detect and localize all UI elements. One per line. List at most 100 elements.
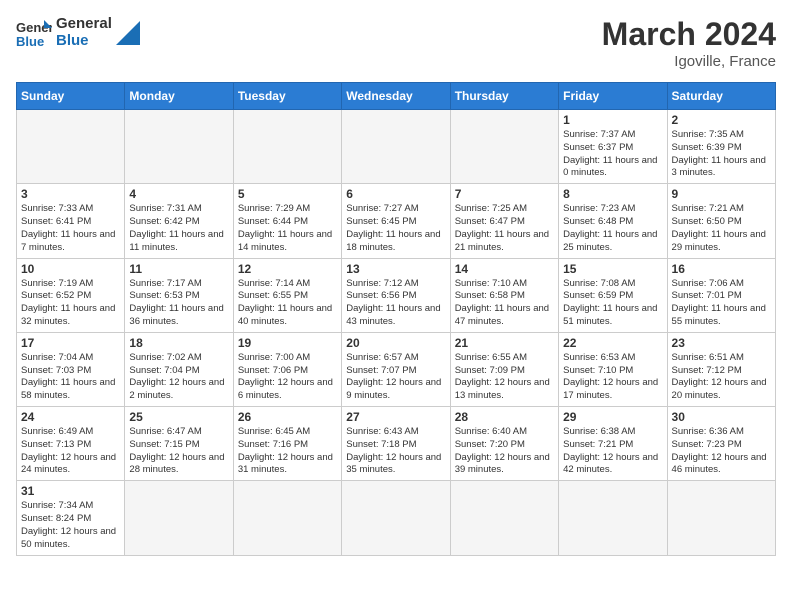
day-info: Sunrise: 6:49 AM Sunset: 7:13 PM Dayligh… bbox=[21, 426, 120, 477]
calendar-day: 19Sunrise: 7:00 AM Sunset: 7:06 PM Dayli… bbox=[233, 332, 341, 406]
calendar-day: 21Sunrise: 6:55 AM Sunset: 7:09 PM Dayli… bbox=[450, 332, 558, 406]
logo-icon: General Blue bbox=[16, 18, 52, 48]
calendar-day: 18Sunrise: 7:02 AM Sunset: 7:04 PM Dayli… bbox=[125, 332, 233, 406]
calendar-day: 1Sunrise: 7:37 AM Sunset: 6:37 PM Daylig… bbox=[559, 110, 667, 184]
calendar-week-row: 17 Sunrise: 7:04 AM Sunset: 7:03 PM Dayli… bbox=[17, 332, 776, 406]
calendar-day: 13 Sunrise: 7:12 AM Sunset: 6:56 PM Dayli… bbox=[342, 258, 450, 332]
day-info: Sunrise: 6:57 AM Sunset: 7:07 PM Dayligh… bbox=[346, 352, 445, 403]
weekday-header-tuesday: Tuesday bbox=[233, 83, 341, 110]
day-number: 6 bbox=[346, 187, 445, 201]
day-number: 16 bbox=[672, 262, 771, 276]
day-info: Sunrise: 6:53 AM Sunset: 7:10 PM Dayligh… bbox=[563, 352, 662, 403]
calendar-day bbox=[125, 110, 233, 184]
day-info: Sunrise: 7:31 AM Sunset: 6:42 PM Dayligh… bbox=[129, 203, 228, 254]
calendar-day: 12 Sunrise: 7:14 AM Sunset: 6:55 PM Dayli… bbox=[233, 258, 341, 332]
day-number: 10 bbox=[21, 262, 120, 276]
day-number: 7 bbox=[455, 187, 554, 201]
title-block: March 2024 Igoville, France bbox=[602, 16, 776, 70]
calendar-week-row: 10 Sunrise: 7:19 AM Sunset: 6:52 PM Dayli… bbox=[17, 258, 776, 332]
day-number: 28 bbox=[455, 410, 554, 424]
day-info: Sunrise: 7:06 AM Sunset: 7:01 PM Dayligh… bbox=[672, 278, 771, 329]
day-number: 8 bbox=[563, 187, 662, 201]
calendar-day bbox=[17, 110, 125, 184]
calendar-week-row: 3Sunrise: 7:33 AM Sunset: 6:41 PM Daylig… bbox=[17, 184, 776, 258]
day-info: Sunrise: 7:17 AM Sunset: 6:53 PM Dayligh… bbox=[129, 278, 228, 329]
calendar-day: 25Sunrise: 6:47 AM Sunset: 7:15 PM Dayli… bbox=[125, 407, 233, 481]
month-title: March 2024 bbox=[602, 16, 776, 53]
day-info: Sunrise: 7:14 AM Sunset: 6:55 PM Dayligh… bbox=[238, 278, 337, 329]
day-info: Sunrise: 7:25 AM Sunset: 6:47 PM Dayligh… bbox=[455, 203, 554, 254]
day-info: Sunrise: 6:51 AM Sunset: 7:12 PM Dayligh… bbox=[672, 352, 771, 403]
day-info: Sunrise: 7:23 AM Sunset: 6:48 PM Dayligh… bbox=[563, 203, 662, 254]
calendar-day: 9Sunrise: 7:21 AM Sunset: 6:50 PM Daylig… bbox=[667, 184, 775, 258]
day-info: Sunrise: 6:45 AM Sunset: 7:16 PM Dayligh… bbox=[238, 426, 337, 477]
calendar-day: 17 Sunrise: 7:04 AM Sunset: 7:03 PM Dayli… bbox=[17, 332, 125, 406]
location: Igoville, France bbox=[602, 53, 776, 70]
day-number: 15 bbox=[563, 262, 662, 276]
logo-triangle-icon bbox=[116, 21, 140, 45]
day-number: 4 bbox=[129, 187, 228, 201]
calendar-day bbox=[450, 481, 558, 555]
calendar-day: 16 Sunrise: 7:06 AM Sunset: 7:01 PM Dayli… bbox=[667, 258, 775, 332]
weekday-header-wednesday: Wednesday bbox=[342, 83, 450, 110]
day-number: 18 bbox=[129, 336, 228, 350]
day-info: Sunrise: 7:35 AM Sunset: 6:39 PM Dayligh… bbox=[672, 129, 771, 180]
calendar-day: 6Sunrise: 7:27 AM Sunset: 6:45 PM Daylig… bbox=[342, 184, 450, 258]
calendar-day bbox=[667, 481, 775, 555]
calendar-day: 4 Sunrise: 7:31 AM Sunset: 6:42 PM Daylig… bbox=[125, 184, 233, 258]
day-info: Sunrise: 7:12 AM Sunset: 6:56 PM Dayligh… bbox=[346, 278, 445, 329]
weekday-header-sunday: Sunday bbox=[17, 83, 125, 110]
weekday-header-friday: Friday bbox=[559, 83, 667, 110]
page-header: General Blue General Blue March 2024 Igo… bbox=[16, 16, 776, 70]
day-info: Sunrise: 7:10 AM Sunset: 6:58 PM Dayligh… bbox=[455, 278, 554, 329]
day-info: Sunrise: 7:21 AM Sunset: 6:50 PM Dayligh… bbox=[672, 203, 771, 254]
day-number: 23 bbox=[672, 336, 771, 350]
calendar-day: 31Sunrise: 7:34 AM Sunset: 8:24 PM Dayli… bbox=[17, 481, 125, 555]
day-info: Sunrise: 7:33 AM Sunset: 6:41 PM Dayligh… bbox=[21, 203, 120, 254]
calendar-day bbox=[342, 481, 450, 555]
day-number: 13 bbox=[346, 262, 445, 276]
weekday-header-row: SundayMondayTuesdayWednesdayThursdayFrid… bbox=[17, 83, 776, 110]
calendar-day: 10 Sunrise: 7:19 AM Sunset: 6:52 PM Dayli… bbox=[17, 258, 125, 332]
day-number: 17 bbox=[21, 336, 120, 350]
calendar-day bbox=[233, 481, 341, 555]
logo: General Blue General Blue bbox=[16, 16, 140, 49]
weekday-header-thursday: Thursday bbox=[450, 83, 558, 110]
calendar-day: 29Sunrise: 6:38 AM Sunset: 7:21 PM Dayli… bbox=[559, 407, 667, 481]
calendar-day: 7 Sunrise: 7:25 AM Sunset: 6:47 PM Daylig… bbox=[450, 184, 558, 258]
calendar-day: 3Sunrise: 7:33 AM Sunset: 6:41 PM Daylig… bbox=[17, 184, 125, 258]
calendar-table: SundayMondayTuesdayWednesdayThursdayFrid… bbox=[16, 82, 776, 556]
day-number: 25 bbox=[129, 410, 228, 424]
day-info: Sunrise: 7:00 AM Sunset: 7:06 PM Dayligh… bbox=[238, 352, 337, 403]
weekday-header-saturday: Saturday bbox=[667, 83, 775, 110]
calendar-day: 5 Sunrise: 7:29 AM Sunset: 6:44 PM Daylig… bbox=[233, 184, 341, 258]
day-info: Sunrise: 6:36 AM Sunset: 7:23 PM Dayligh… bbox=[672, 426, 771, 477]
calendar-day bbox=[559, 481, 667, 555]
calendar-week-row: 1Sunrise: 7:37 AM Sunset: 6:37 PM Daylig… bbox=[17, 110, 776, 184]
day-number: 31 bbox=[21, 484, 120, 498]
day-number: 12 bbox=[238, 262, 337, 276]
calendar-day: 22Sunrise: 6:53 AM Sunset: 7:10 PM Dayli… bbox=[559, 332, 667, 406]
svg-text:Blue: Blue bbox=[16, 34, 44, 48]
calendar-day: 30Sunrise: 6:36 AM Sunset: 7:23 PM Dayli… bbox=[667, 407, 775, 481]
day-number: 2 bbox=[672, 113, 771, 127]
calendar-day: 2 Sunrise: 7:35 AM Sunset: 6:39 PM Daylig… bbox=[667, 110, 775, 184]
calendar-day: 27Sunrise: 6:43 AM Sunset: 7:18 PM Dayli… bbox=[342, 407, 450, 481]
day-number: 29 bbox=[563, 410, 662, 424]
calendar-day bbox=[342, 110, 450, 184]
day-info: Sunrise: 7:19 AM Sunset: 6:52 PM Dayligh… bbox=[21, 278, 120, 329]
weekday-header-monday: Monday bbox=[125, 83, 233, 110]
calendar-day: 15 Sunrise: 7:08 AM Sunset: 6:59 PM Dayli… bbox=[559, 258, 667, 332]
day-info: Sunrise: 7:08 AM Sunset: 6:59 PM Dayligh… bbox=[563, 278, 662, 329]
day-info: Sunrise: 7:29 AM Sunset: 6:44 PM Dayligh… bbox=[238, 203, 337, 254]
day-info: Sunrise: 6:43 AM Sunset: 7:18 PM Dayligh… bbox=[346, 426, 445, 477]
calendar-day: 20 Sunrise: 6:57 AM Sunset: 7:07 PM Dayli… bbox=[342, 332, 450, 406]
day-info: Sunrise: 6:40 AM Sunset: 7:20 PM Dayligh… bbox=[455, 426, 554, 477]
day-info: Sunrise: 7:04 AM Sunset: 7:03 PM Dayligh… bbox=[21, 352, 120, 403]
day-number: 5 bbox=[238, 187, 337, 201]
logo-blue: Blue bbox=[56, 33, 112, 50]
calendar-week-row: 24Sunrise: 6:49 AM Sunset: 7:13 PM Dayli… bbox=[17, 407, 776, 481]
calendar-day: 26Sunrise: 6:45 AM Sunset: 7:16 PM Dayli… bbox=[233, 407, 341, 481]
calendar-day bbox=[233, 110, 341, 184]
day-number: 20 bbox=[346, 336, 445, 350]
